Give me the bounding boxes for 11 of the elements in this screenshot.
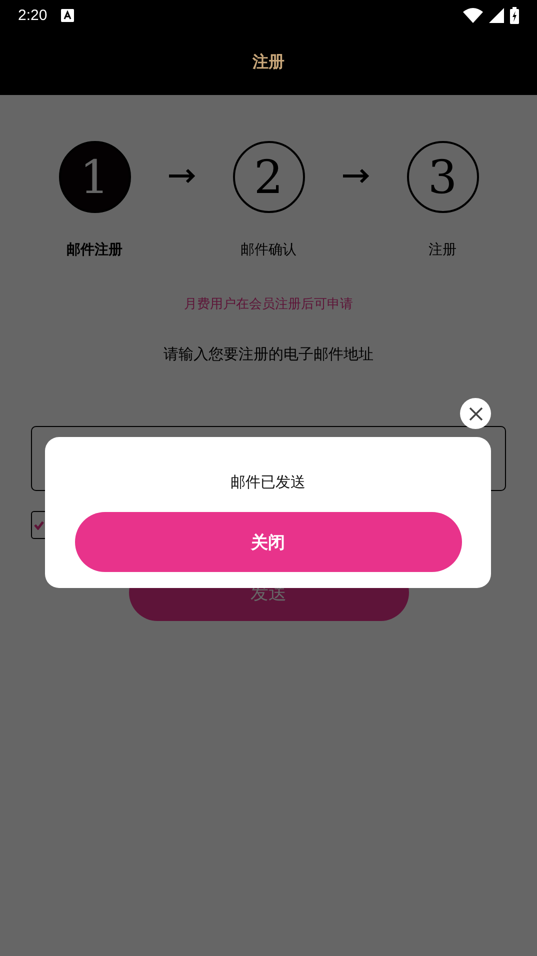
page-title: 注册 xyxy=(252,52,284,73)
notice-text: 月费用户在会员注册后可申请 xyxy=(184,296,353,313)
instruction-text: 请输入您要注册的电子邮件地址 xyxy=(164,345,374,364)
step-label: 注册 xyxy=(428,241,456,259)
dialog-message: 邮件已发送 xyxy=(230,473,306,492)
status-time: 2:20 xyxy=(18,6,48,24)
step-number: 3 xyxy=(406,141,478,213)
step-number: 1 xyxy=(58,141,130,213)
step-number: 2 xyxy=(232,141,304,213)
step-label: 邮件确认 xyxy=(240,241,296,259)
step-label: 邮件注册 xyxy=(66,241,122,259)
